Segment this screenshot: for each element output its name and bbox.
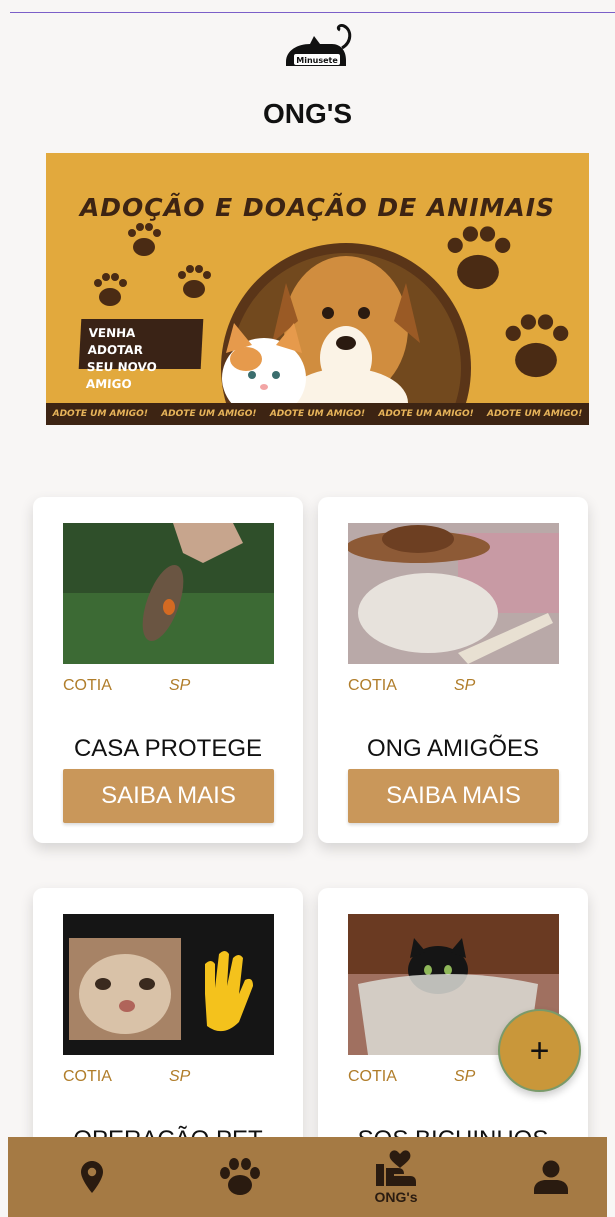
ong-card-casa-protege[interactable]: COTIA SP CASA PROTEGE SAIBA MAIS [33, 497, 303, 843]
page-title: ONG'S [262, 98, 353, 129]
add-ong-button[interactable]: + [498, 1009, 581, 1092]
ong-card-ong-amigoes[interactable]: COTIA SP ONG AMIGÕES SAIBA MAIS [318, 497, 588, 843]
banner-sign-line2: SEU NOVO AMIGO [85, 360, 158, 391]
plus-icon: + [529, 1031, 550, 1070]
ong-photo [63, 914, 274, 1055]
user-icon [534, 1160, 568, 1194]
card-city: COTIA [348, 677, 397, 694]
ong-heart-hand-icon [376, 1149, 416, 1186]
banner-footer-text: ADOTE UM AMIGO! [378, 409, 474, 419]
nav-item-animals[interactable] [208, 1137, 272, 1217]
bottom-nav: ONG's [8, 1137, 607, 1217]
card-name: ONG AMIGÕES [366, 735, 540, 762]
nav-item-map[interactable] [64, 1137, 120, 1217]
adoption-banner[interactable]: ADOÇÃO E DOAÇÃO DE ANIMAIS VENHA ADOTAR … [46, 153, 589, 425]
card-name: CASA PROTEGE [73, 735, 263, 762]
card-city: COTIA [348, 1068, 397, 1085]
banner-footer-strip: ADOTE UM AMIGO! ADOTE UM AMIGO! ADOTE UM… [46, 403, 589, 425]
ong-photo [348, 523, 559, 664]
card-city: COTIA [63, 677, 112, 694]
banner-footer-text: ADOTE UM AMIGO! [161, 409, 257, 419]
location-pin-icon [81, 1161, 103, 1193]
logo-text: Minusete [296, 56, 338, 65]
banner-headline: ADOÇÃO E DOAÇÃO DE ANIMAIS [79, 193, 556, 222]
banner-footer-text: ADOTE UM AMIGO! [487, 409, 583, 419]
saiba-mais-button[interactable]: SAIBA MAIS [348, 769, 559, 823]
ong-card-operacao-pet[interactable]: COTIA SP OPERAÇÃO PET [33, 888, 303, 1153]
app-logo: Minusete [286, 24, 352, 66]
saiba-mais-button[interactable]: SAIBA MAIS [63, 769, 274, 823]
card-city: COTIA [63, 1068, 112, 1085]
banner-footer-text: ADOTE UM AMIGO! [269, 409, 366, 419]
card-state: SP [169, 1068, 191, 1085]
banner-footer-text: ADOTE UM AMIGO! [52, 409, 148, 419]
nav-label-ongs: ONG's [374, 1188, 418, 1205]
nav-item-profile[interactable] [528, 1137, 574, 1217]
paw-icon [220, 1158, 260, 1195]
ong-photo [63, 523, 274, 664]
card-state: SP [454, 1068, 476, 1085]
banner-sign-line1: VENHA ADOTAR [87, 326, 144, 357]
card-state: SP [454, 677, 476, 694]
nav-item-ongs[interactable]: ONG's [360, 1137, 432, 1217]
banner-sign: VENHA ADOTAR SEU NOVO AMIGO [78, 319, 204, 391]
top-divider [10, 12, 615, 13]
card-state: SP [169, 677, 191, 694]
